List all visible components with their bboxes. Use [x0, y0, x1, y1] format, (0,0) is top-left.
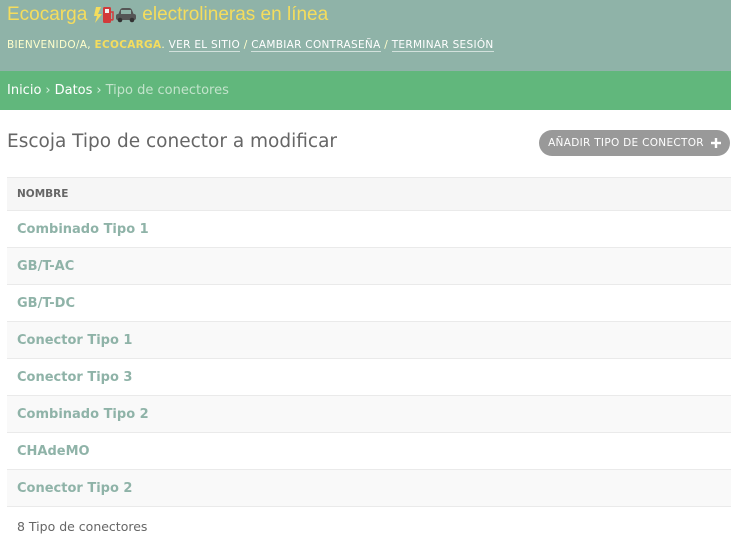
- breadcrumb: Inicio › Datos › Tipo de conectores: [0, 71, 731, 110]
- site-branding[interactable]: Ecocarga electrolineras en línea: [7, 4, 328, 26]
- add-button-label: AÑADIR TIPO DE CONECTOR: [548, 137, 704, 149]
- connector-type-link[interactable]: Conector Tipo 1: [7, 321, 731, 359]
- table-row: GB/T-DC: [7, 284, 731, 322]
- connector-type-link[interactable]: CHAdeMO: [7, 432, 731, 470]
- separator: /: [240, 39, 252, 51]
- breadcrumb-home[interactable]: Inicio: [7, 83, 41, 98]
- add-connector-type-button[interactable]: AÑADIR TIPO DE CONECTOR: [539, 130, 730, 156]
- table-row: Conector Tipo 3: [7, 358, 731, 396]
- table-row: Conector Tipo 1: [7, 321, 731, 359]
- username: ECOCARGA: [94, 39, 162, 51]
- car-icon: [116, 8, 137, 23]
- user-tools: BIENVENIDO/A, ECOCARGA. VER EL SITIO / C…: [7, 39, 494, 52]
- table-body: Combinado Tipo 1 GB/T-AC GB/T-DC Conector T…: [7, 210, 731, 507]
- breadcrumb-app[interactable]: Datos: [55, 83, 93, 98]
- charging-station-icon: [94, 7, 115, 23]
- connector-type-link[interactable]: GB/T-AC: [7, 247, 731, 285]
- table-row: CHAdeMO: [7, 432, 731, 470]
- result-count: 8 Tipo de conectores: [17, 519, 148, 534]
- plus-icon: [710, 138, 721, 148]
- breadcrumb-separator: ›: [45, 83, 51, 98]
- connector-type-link[interactable]: Combinado Tipo 1: [7, 210, 731, 248]
- table-row: GB/T-AC: [7, 247, 731, 285]
- breadcrumb-separator: ›: [96, 83, 102, 98]
- separator: /: [380, 39, 392, 51]
- site-name: Ecocarga: [7, 4, 88, 25]
- result-list-table: NOMBRE Combinado Tipo 1 GB/T-AC GB/T-DC Con…: [7, 177, 731, 507]
- table-row: Conector Tipo 2: [7, 469, 731, 507]
- connector-type-link[interactable]: Combinado Tipo 2: [7, 395, 731, 433]
- column-header-nombre[interactable]: NOMBRE: [7, 177, 731, 211]
- table-header-row: NOMBRE: [7, 177, 731, 211]
- welcome-text: BIENVENIDO/A,: [7, 39, 95, 51]
- header: Ecocarga electrolineras en línea BIENVEN…: [0, 0, 731, 71]
- brand-icons: [93, 5, 137, 25]
- breadcrumb-current: Tipo de conectores: [105, 83, 229, 98]
- table-row: Combinado Tipo 2: [7, 395, 731, 433]
- logout-link[interactable]: TERMINAR SESIÓN: [391, 39, 494, 52]
- connector-type-link[interactable]: Conector Tipo 2: [7, 469, 731, 507]
- table-row: Combinado Tipo 1: [7, 210, 731, 248]
- change-password-link[interactable]: CAMBIAR CONTRASEÑA: [251, 39, 381, 52]
- connector-type-link[interactable]: GB/T-DC: [7, 284, 731, 322]
- view-site-link[interactable]: VER EL SITIO: [168, 39, 241, 52]
- page-title: Escoja Tipo de conector a modificar: [7, 131, 338, 152]
- connector-type-link[interactable]: Conector Tipo 3: [7, 358, 731, 396]
- site-tagline: electrolineras en línea: [142, 4, 329, 25]
- user-period: .: [161, 39, 169, 51]
